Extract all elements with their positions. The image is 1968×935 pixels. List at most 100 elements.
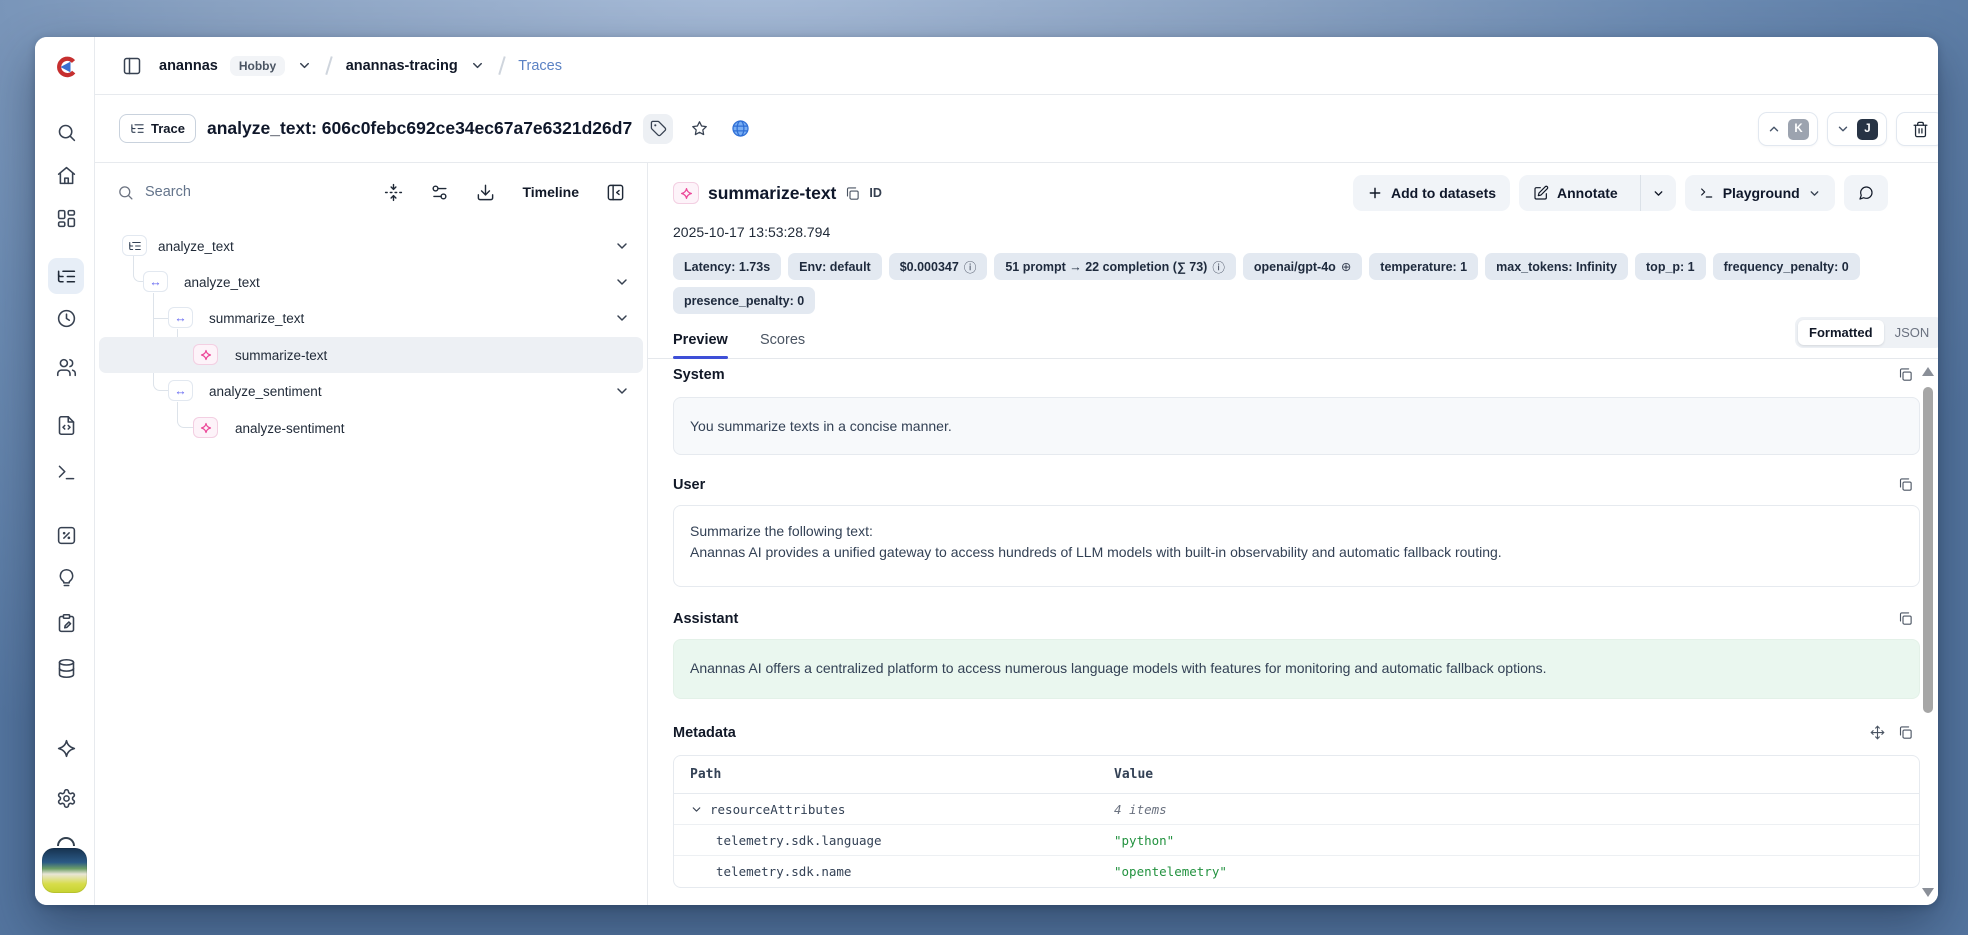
chevron-down-icon[interactable]	[614, 274, 630, 290]
chevron-down-icon[interactable]	[614, 383, 630, 399]
metadata-row: telemetry.sdk.language "python"	[674, 825, 1919, 856]
trace-title: analyze_text: 606c0febc692ce34ec67a7e632…	[207, 118, 632, 139]
temperature-badge: temperature: 1	[1369, 253, 1478, 280]
copy-user-icon[interactable]	[1898, 477, 1918, 492]
timeline-toggle-button[interactable]: Timeline	[522, 184, 579, 200]
span-arrows-icon: ↔	[143, 271, 168, 292]
comments-button[interactable]	[1844, 175, 1888, 211]
settings-gear-icon[interactable]	[48, 780, 84, 816]
tree-row-span[interactable]: ↔ analyze_text	[99, 264, 643, 300]
trace-badge-label: Trace	[151, 121, 185, 136]
metadata-section-label: Metadata	[673, 725, 736, 741]
icon-sidebar	[35, 37, 95, 905]
model-badge: openai/gpt-4o⊕	[1243, 253, 1362, 280]
bookmark-star-icon[interactable]	[684, 114, 714, 144]
assistant-message-box: Anannas AI offers a centralized platform…	[673, 639, 1920, 699]
annotate-button[interactable]: Annotate	[1519, 175, 1632, 211]
scroll-up-arrow[interactable]	[1922, 367, 1934, 376]
shortcut-key-j: J	[1857, 119, 1878, 140]
detail-actions: Add to datasets Annotate Playground	[1353, 175, 1888, 211]
sessions-clock-icon[interactable]	[48, 300, 84, 336]
tree-row-span[interactable]: ↔ summarize_text	[99, 300, 643, 336]
chevron-down-icon[interactable]	[614, 238, 630, 254]
add-to-datasets-button[interactable]: Add to datasets	[1353, 175, 1510, 211]
user-avatar[interactable]	[42, 848, 87, 893]
next-trace-button[interactable]: J	[1827, 112, 1887, 146]
breadcrumb-org[interactable]: anannas	[159, 58, 218, 74]
prompts-file-icon[interactable]	[48, 407, 84, 443]
trace-header-bar: Trace analyze_text: 606c0febc692ce34ec67…	[95, 95, 1938, 163]
tree-toolbar: Timeline	[95, 163, 647, 221]
add-to-datasets-label: Add to datasets	[1391, 185, 1496, 201]
id-label: ID	[869, 186, 882, 200]
path-column-header: Path	[674, 767, 1114, 782]
display-settings-icon[interactable]	[430, 183, 449, 202]
expand-metadata-icon[interactable]	[1870, 725, 1890, 740]
tab-preview[interactable]: Preview	[673, 321, 728, 359]
copy-metadata-icon[interactable]	[1898, 725, 1918, 740]
datasets-database-icon[interactable]	[48, 650, 84, 686]
home-icon[interactable]	[48, 157, 84, 193]
format-json-option[interactable]: JSON	[1884, 320, 1938, 345]
app-header: anannas Hobby anannas-tracing Traces	[95, 37, 1938, 95]
tree-row-generation-selected[interactable]: summarize-text	[99, 337, 643, 373]
tab-scores[interactable]: Scores	[760, 321, 805, 359]
project-chevron-down-icon[interactable]	[470, 58, 485, 73]
metadata-group-row[interactable]: resourceAttributes 4 items	[674, 794, 1919, 825]
tracing-icon[interactable]	[48, 258, 84, 294]
playground-terminal-icon[interactable]	[48, 454, 84, 490]
users-icon[interactable]	[48, 349, 84, 385]
tree-search-input[interactable]	[145, 184, 325, 200]
tag-icon[interactable]	[643, 114, 673, 144]
collapsed-avatar-arc	[57, 837, 75, 846]
top-p-badge: top_p: 1	[1635, 253, 1706, 280]
upgrade-sparkle-icon[interactable]	[48, 730, 84, 766]
insights-lightbulb-icon[interactable]	[48, 560, 84, 596]
tree-row-label: summarize-text	[235, 337, 327, 373]
scroll-down-arrow[interactable]	[1922, 888, 1934, 897]
latency-badge: Latency: 1.73s	[673, 253, 781, 280]
tree-row-span[interactable]: ↔ analyze_sentiment	[99, 373, 643, 409]
frequency-penalty-badge: frequency_penalty: 0	[1713, 253, 1860, 280]
tree-row-label: analyze-sentiment	[235, 410, 345, 446]
vertical-scrollbar[interactable]	[1920, 363, 1936, 901]
org-chevron-down-icon[interactable]	[297, 58, 312, 73]
dashboards-icon[interactable]	[48, 200, 84, 236]
tree-row-label: summarize_text	[209, 300, 304, 336]
annotate-dropdown-chevron[interactable]	[1640, 175, 1676, 211]
value-column-header: Value	[1114, 767, 1919, 782]
metadata-table-header: Path Value	[674, 756, 1919, 794]
tree-row-generation[interactable]: analyze-sentiment	[99, 410, 643, 446]
system-section-label: System	[673, 367, 725, 383]
info-icon: ⓘ	[1212, 257, 1225, 276]
breadcrumb-project[interactable]: anannas-tracing	[346, 58, 458, 74]
playground-button[interactable]: Playground	[1685, 175, 1835, 211]
search-icon[interactable]	[48, 114, 84, 150]
format-formatted-option[interactable]: Formatted	[1798, 320, 1884, 345]
app-logo-icon	[54, 55, 78, 79]
tree-row-trace[interactable]: analyze_text	[99, 228, 643, 264]
env-badge: Env: default	[788, 253, 882, 280]
copy-assistant-icon[interactable]	[1898, 611, 1918, 626]
breadcrumb-traces-link[interactable]: Traces	[518, 58, 562, 74]
evaluators-percent-icon[interactable]	[48, 517, 84, 553]
copy-system-icon[interactable]	[1898, 367, 1918, 382]
tree-row-label: analyze_text	[158, 228, 234, 264]
detail-title-row: summarize-text ID	[673, 175, 882, 211]
public-globe-icon[interactable]	[725, 114, 755, 144]
download-icon[interactable]	[476, 183, 495, 202]
previous-trace-button[interactable]: K	[1758, 112, 1818, 146]
delete-trace-button[interactable]	[1896, 112, 1938, 146]
scrollbar-thumb[interactable]	[1923, 387, 1933, 713]
sidebar-toggle-icon[interactable]	[117, 51, 147, 81]
chevron-down-icon[interactable]	[690, 803, 703, 816]
annotation-clipboard-icon[interactable]	[48, 605, 84, 641]
generation-icon	[673, 182, 699, 204]
copy-id-icon[interactable]	[845, 186, 860, 201]
chevron-down-icon[interactable]	[614, 310, 630, 326]
generation-icon	[193, 417, 218, 438]
tree-row-label: analyze_text	[184, 264, 260, 300]
collapse-all-icon[interactable]	[384, 183, 403, 202]
collapse-panel-icon[interactable]	[606, 183, 625, 202]
observation-title: summarize-text	[708, 183, 836, 204]
